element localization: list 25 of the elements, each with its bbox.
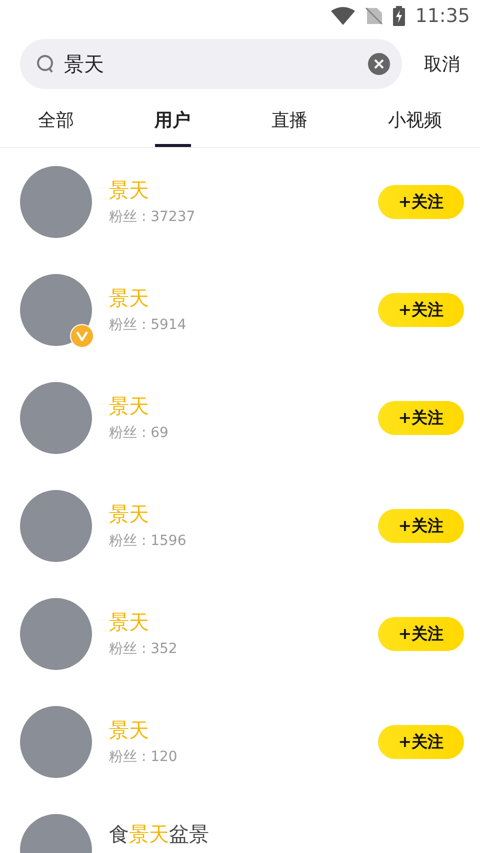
clock-time: 11:35 bbox=[415, 5, 470, 27]
follower-count: 粉丝 : 1596 bbox=[109, 532, 188, 550]
follow-button[interactable]: +关注 bbox=[378, 185, 464, 219]
follow-button[interactable]: +关注 bbox=[378, 293, 464, 327]
follow-button[interactable]: +关注 bbox=[378, 617, 464, 651]
follow-button[interactable]: +关注 bbox=[378, 509, 464, 543]
tab[interactable]: 小视频 bbox=[388, 101, 442, 147]
battery-charging-icon bbox=[393, 6, 406, 26]
follower-count: 粉丝 : 5914 bbox=[109, 316, 188, 334]
follower-count: 粉丝 : 120 bbox=[109, 748, 178, 766]
search-field[interactable]: 景天 bbox=[20, 39, 402, 89]
follower-count: 粉丝 : 69 bbox=[109, 424, 170, 442]
clear-icon[interactable] bbox=[368, 53, 390, 75]
follower-count: 粉丝 : 352 bbox=[109, 640, 178, 658]
follower-count: 粉丝 : 37237 bbox=[109, 208, 196, 226]
search-icon bbox=[36, 54, 56, 74]
user-name[interactable]: 食景天盆景 bbox=[109, 822, 361, 846]
no-sim-icon bbox=[365, 7, 384, 25]
tab[interactable]: 用户 bbox=[154, 101, 191, 147]
tab[interactable]: 直播 bbox=[271, 101, 308, 147]
follow-button[interactable]: +关注 bbox=[378, 401, 464, 435]
cancel-button[interactable]: 取消 bbox=[424, 52, 460, 76]
follow-button[interactable]: +关注 bbox=[378, 725, 464, 759]
wifi-icon bbox=[331, 7, 356, 25]
tab[interactable]: 全部 bbox=[38, 101, 74, 147]
